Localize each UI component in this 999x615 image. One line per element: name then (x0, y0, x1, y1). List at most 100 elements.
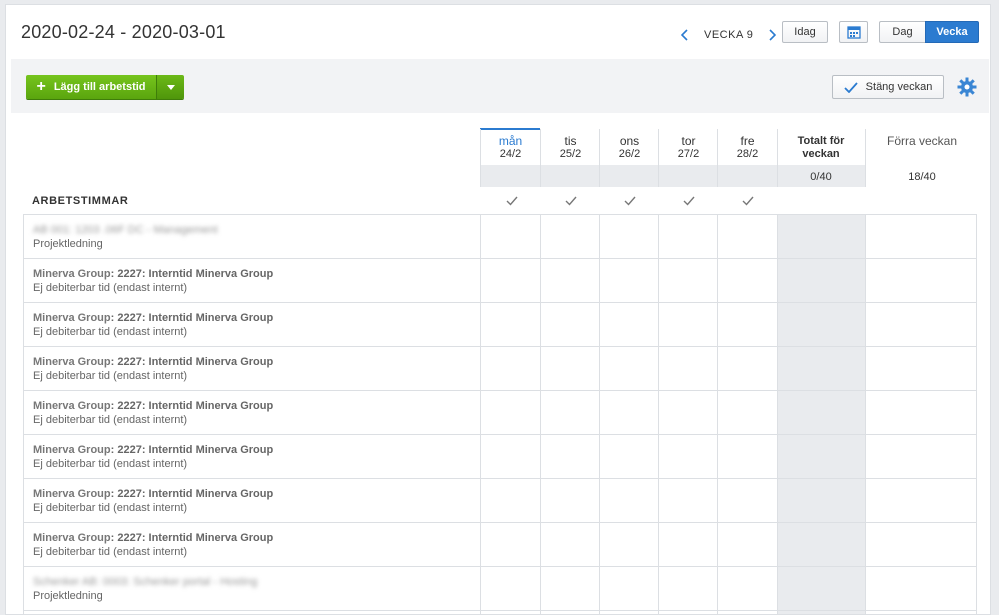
totals-column (777, 214, 865, 614)
add-worktime-label: Lägg till arbetstid (53, 81, 146, 93)
day-date: 26/2 (618, 148, 641, 160)
col-divider (717, 214, 718, 614)
chevron-right-icon (769, 29, 777, 41)
col-divider (658, 214, 659, 614)
prev-week-value: 18/40 (908, 171, 936, 183)
row-subtitle: Ej debiterbar tid (endast internt) (33, 282, 188, 294)
row-divider (23, 522, 977, 523)
table-top-border (23, 214, 977, 215)
row-subtitle: Ej debiterbar tid (endast internt) (33, 414, 188, 426)
col-divider (865, 214, 866, 614)
row-project: : 2227: Interntid Minerva Group (110, 444, 274, 456)
day-status-check-icon (624, 196, 636, 206)
day-header-strip (481, 165, 777, 187)
settings-button[interactable] (955, 75, 979, 99)
row-divider (23, 566, 977, 567)
row-subtitle: Ej debiterbar tid (endast internt) (33, 546, 188, 558)
day-status-check-icon (506, 196, 518, 206)
prev-week-label: Förra veckan (886, 134, 958, 148)
day-name: tor (681, 134, 696, 148)
day-status-check-icon (683, 196, 695, 206)
row-title[interactable]: AB 001: 1203 .06F DC - Management (33, 224, 218, 236)
plus-icon: + (36, 78, 46, 95)
row-client: Minerva Group (33, 488, 111, 500)
today-button[interactable]: Idag (782, 21, 828, 43)
add-worktime-dropdown[interactable] (156, 75, 184, 99)
row-title[interactable]: Minerva Group: 2227: Interntid Minerva G… (33, 532, 273, 544)
row-title[interactable]: Minerva Group: 2227: Interntid Minerva G… (33, 268, 273, 280)
row-title[interactable]: Schenker AB: 0003: Schenker portal - Hos… (33, 576, 257, 588)
view-toggle: Dag Vecka (879, 21, 979, 43)
day-name: mån (498, 134, 523, 148)
column-header-thu[interactable]: tor 27/2 (659, 135, 718, 161)
add-worktime-button[interactable]: + Lägg till arbetstid (26, 75, 156, 99)
row-subtitle: Ej debiterbar tid (endast internt) (33, 502, 188, 514)
row-project: : 2227: Interntid Minerva Group (110, 400, 274, 412)
column-header-prev-week: Förra veckan (866, 135, 978, 148)
row-client: Minerva Group (33, 312, 111, 324)
row-divider (23, 478, 977, 479)
row-title[interactable]: Minerva Group: 2227: Interntid Minerva G… (33, 444, 273, 456)
timesheet-card: 2020-02-24 - 2020-03-01 VECKA 9 Idag Dag… (5, 4, 991, 615)
column-header-tue[interactable]: tis 25/2 (541, 135, 600, 161)
row-client: Minerva Group (33, 268, 111, 280)
row-subtitle: Projektledning (33, 590, 103, 602)
row-project: : 2227: Interntid Minerva Group (110, 268, 274, 280)
column-header-wed[interactable]: ons 26/2 (600, 135, 659, 161)
row-divider (23, 258, 977, 259)
row-subtitle: Ej debiterbar tid (endast internt) (33, 370, 188, 382)
row-title[interactable]: Minerva Group: 2227: Interntid Minerva G… (33, 400, 273, 412)
header-divider (658, 129, 659, 187)
day-name: tis (564, 134, 577, 148)
row-project: : 2227: Interntid Minerva Group (110, 312, 274, 324)
view-week-button[interactable]: Vecka (925, 21, 979, 43)
week-total-value: 0/40 (810, 171, 832, 183)
day-date: 24/2 (499, 148, 522, 160)
row-divider (23, 610, 977, 611)
row-divider (23, 390, 977, 391)
row-client: Minerva Group (33, 356, 111, 368)
header-divider (717, 129, 718, 187)
day-status-check-icon (742, 196, 754, 206)
week-label: VECKA 9 (704, 29, 754, 41)
week-navigator: VECKA 9 (674, 24, 783, 46)
date-range-title: 2020-02-24 - 2020-03-01 (21, 22, 226, 42)
header-divider (777, 129, 778, 187)
col-divider (540, 214, 541, 614)
row-title[interactable]: Minerva Group: 2227: Interntid Minerva G… (33, 312, 273, 324)
gear-icon (957, 77, 977, 97)
row-project: : 2227: Interntid Minerva Group (110, 488, 274, 500)
column-header-fri[interactable]: fre 28/2 (718, 135, 777, 161)
column-header-week-total: Totalt för veckan (785, 135, 857, 161)
column-header-mon[interactable]: mån 24/2 (481, 135, 540, 161)
row-subtitle: Ej debiterbar tid (endast internt) (33, 458, 188, 470)
close-week-button[interactable]: Stäng veckan (832, 75, 944, 99)
caret-down-icon (166, 84, 175, 90)
table-left-border (23, 214, 24, 614)
calendar-icon (846, 26, 861, 39)
row-divider (23, 434, 977, 435)
day-date: 28/2 (736, 148, 759, 160)
row-client: Minerva Group (33, 444, 111, 456)
table-right-border (976, 214, 977, 614)
prev-week-button[interactable] (674, 24, 696, 46)
row-title[interactable]: Minerva Group: 2227: Interntid Minerva G… (33, 488, 273, 500)
close-week-label: Stäng veckan (865, 81, 933, 93)
row-title[interactable]: Minerva Group: 2227: Interntid Minerva G… (33, 356, 273, 368)
toolbar: + Lägg till arbetstid Stäng veckan (11, 59, 989, 113)
calendar-button[interactable] (839, 21, 868, 43)
view-day-button[interactable]: Dag (879, 21, 925, 43)
checkmark-icon (844, 81, 858, 93)
add-worktime-group: + Lägg till arbetstid (26, 75, 184, 99)
row-client: Minerva Group (33, 532, 111, 544)
row-subtitle: Ej debiterbar tid (endast internt) (33, 326, 188, 338)
next-week-button[interactable] (761, 24, 783, 46)
header-divider (865, 129, 866, 187)
row-project: : 2227: Interntid Minerva Group (110, 356, 274, 368)
header-divider (480, 129, 481, 187)
day-name: fre (740, 134, 755, 148)
row-divider (23, 346, 977, 347)
week-total-label: Totalt för veckan (797, 135, 845, 160)
header-divider (599, 129, 600, 187)
col-divider (599, 214, 600, 614)
